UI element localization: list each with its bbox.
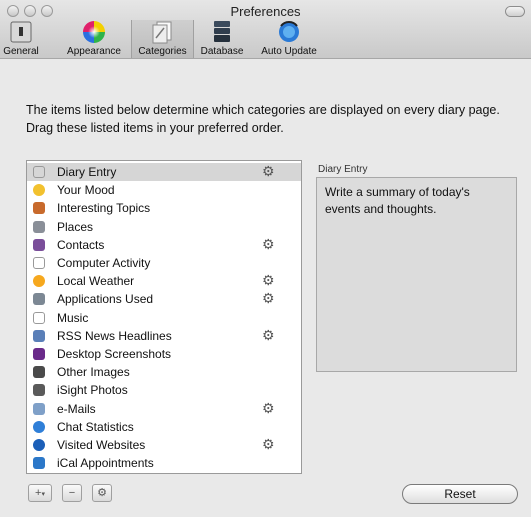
list-item-label: Computer Activity bbox=[57, 256, 151, 270]
action-button[interactable]: ⚙ bbox=[92, 484, 112, 502]
add-button[interactable]: +▾ bbox=[28, 484, 52, 502]
list-item[interactable]: Your Mood bbox=[27, 181, 301, 199]
tab-database-label: Database bbox=[200, 46, 244, 57]
globe-update-icon bbox=[276, 20, 302, 44]
color-wheel-icon bbox=[81, 20, 107, 44]
list-item[interactable]: Computer Activity bbox=[27, 254, 301, 272]
list-item[interactable]: iSight Photos bbox=[27, 381, 301, 399]
tab-general-label: General bbox=[3, 46, 39, 57]
list-item[interactable]: iCal Appointments bbox=[27, 454, 301, 472]
list-item[interactable]: Diary Entry ⚙ bbox=[27, 163, 301, 181]
list-item[interactable]: Visited Websites ⚙ bbox=[27, 436, 301, 454]
tab-database[interactable]: Database bbox=[196, 20, 248, 58]
activity-icon bbox=[33, 257, 45, 269]
titlebar: Preferences General Appearance Categorie… bbox=[0, 0, 531, 59]
list-item-label: Desktop Screenshots bbox=[57, 347, 172, 361]
detail-description: Write a summary of today's events and th… bbox=[316, 177, 517, 372]
monitor-icon bbox=[33, 348, 45, 360]
list-item[interactable]: Local Weather ⚙ bbox=[27, 272, 301, 290]
list-item-label: Applications Used bbox=[57, 292, 154, 307]
list-item[interactable]: RSS News Headlines ⚙ bbox=[27, 327, 301, 345]
list-item-label: Music bbox=[57, 310, 89, 325]
globe-icon bbox=[33, 439, 45, 451]
pencil-icon bbox=[33, 166, 45, 178]
list-item[interactable]: Interesting Topics bbox=[27, 199, 301, 217]
categories-list[interactable]: Diary Entry ⚙ Your Mood Interesting Topics P… bbox=[26, 160, 302, 474]
list-item-label: e-Mails bbox=[57, 401, 96, 416]
envelope-icon bbox=[33, 402, 45, 415]
tab-appearance-label: Appearance bbox=[67, 46, 121, 57]
gear-icon[interactable]: ⚙ bbox=[262, 163, 275, 180]
list-item[interactable]: Music bbox=[27, 309, 301, 327]
list-item-label: Chat Statistics bbox=[57, 419, 134, 434]
list-item[interactable]: e-Mails ⚙ bbox=[27, 400, 301, 418]
list-item[interactable]: Chat Statistics bbox=[27, 418, 301, 436]
gear-icon[interactable]: ⚙ bbox=[262, 436, 275, 453]
camera-icon bbox=[33, 384, 45, 397]
list-item[interactable]: Other Images bbox=[27, 363, 301, 381]
detail-title: Diary Entry bbox=[318, 164, 368, 175]
list-item-label: RSS News Headlines bbox=[57, 328, 172, 343]
places-icon bbox=[33, 220, 45, 233]
contacts-icon bbox=[33, 238, 45, 251]
list-item-label: Your Mood bbox=[57, 183, 115, 198]
list-item[interactable]: Places bbox=[27, 218, 301, 236]
headphones-icon bbox=[33, 311, 45, 324]
switch-icon bbox=[8, 20, 34, 44]
list-item-label: iCal Appointments bbox=[57, 456, 154, 471]
gear-icon[interactable]: ⚙ bbox=[262, 236, 275, 253]
reset-button[interactable]: Reset bbox=[402, 484, 518, 504]
list-item-label: Interesting Topics bbox=[57, 201, 151, 216]
list-item-label: Diary Entry bbox=[57, 165, 117, 179]
gear-icon[interactable]: ⚙ bbox=[262, 290, 275, 307]
list-item-label: Places bbox=[57, 219, 94, 234]
list-item[interactable]: Contacts ⚙ bbox=[27, 236, 301, 254]
add-menu-icon: ▾ bbox=[41, 491, 45, 498]
list-item-label: Local Weather bbox=[57, 274, 135, 289]
categories-icon bbox=[150, 20, 176, 44]
database-icon bbox=[209, 20, 235, 44]
rss-icon bbox=[33, 329, 45, 342]
remove-button[interactable]: − bbox=[62, 484, 82, 502]
list-item-label: Other Images bbox=[57, 365, 130, 380]
list-item-label: Visited Websites bbox=[57, 438, 146, 452]
tab-appearance[interactable]: Appearance bbox=[62, 20, 126, 58]
tab-categories[interactable]: Categories bbox=[131, 20, 194, 58]
sun-icon bbox=[33, 275, 45, 288]
tab-auto-update-label: Auto Update bbox=[261, 46, 317, 57]
window-title: Preferences bbox=[230, 4, 301, 19]
intro-text: The items listed below determine which c… bbox=[26, 103, 500, 135]
list-item-label: iSight Photos bbox=[57, 383, 128, 398]
list-item-label: Contacts bbox=[57, 237, 105, 252]
image-icon bbox=[33, 366, 45, 379]
tab-categories-label: Categories bbox=[138, 46, 187, 57]
list-item[interactable]: Desktop Screenshots bbox=[27, 345, 301, 363]
gear-icon[interactable]: ⚙ bbox=[262, 272, 275, 289]
toolbar-toggle-button[interactable] bbox=[505, 6, 525, 17]
tab-auto-update[interactable]: Auto Update bbox=[254, 20, 324, 58]
tab-general[interactable]: General bbox=[2, 20, 40, 58]
calendar-icon bbox=[33, 457, 45, 470]
gear-icon[interactable]: ⚙ bbox=[262, 400, 275, 417]
gear-icon[interactable]: ⚙ bbox=[262, 327, 275, 344]
chat-icon bbox=[33, 420, 45, 433]
preferences-window: Preferences General Appearance Categorie… bbox=[0, 0, 531, 517]
smiley-icon bbox=[33, 184, 45, 197]
applications-icon bbox=[33, 293, 45, 306]
topics-icon bbox=[33, 202, 45, 215]
list-item[interactable]: Applications Used ⚙ bbox=[27, 290, 301, 308]
